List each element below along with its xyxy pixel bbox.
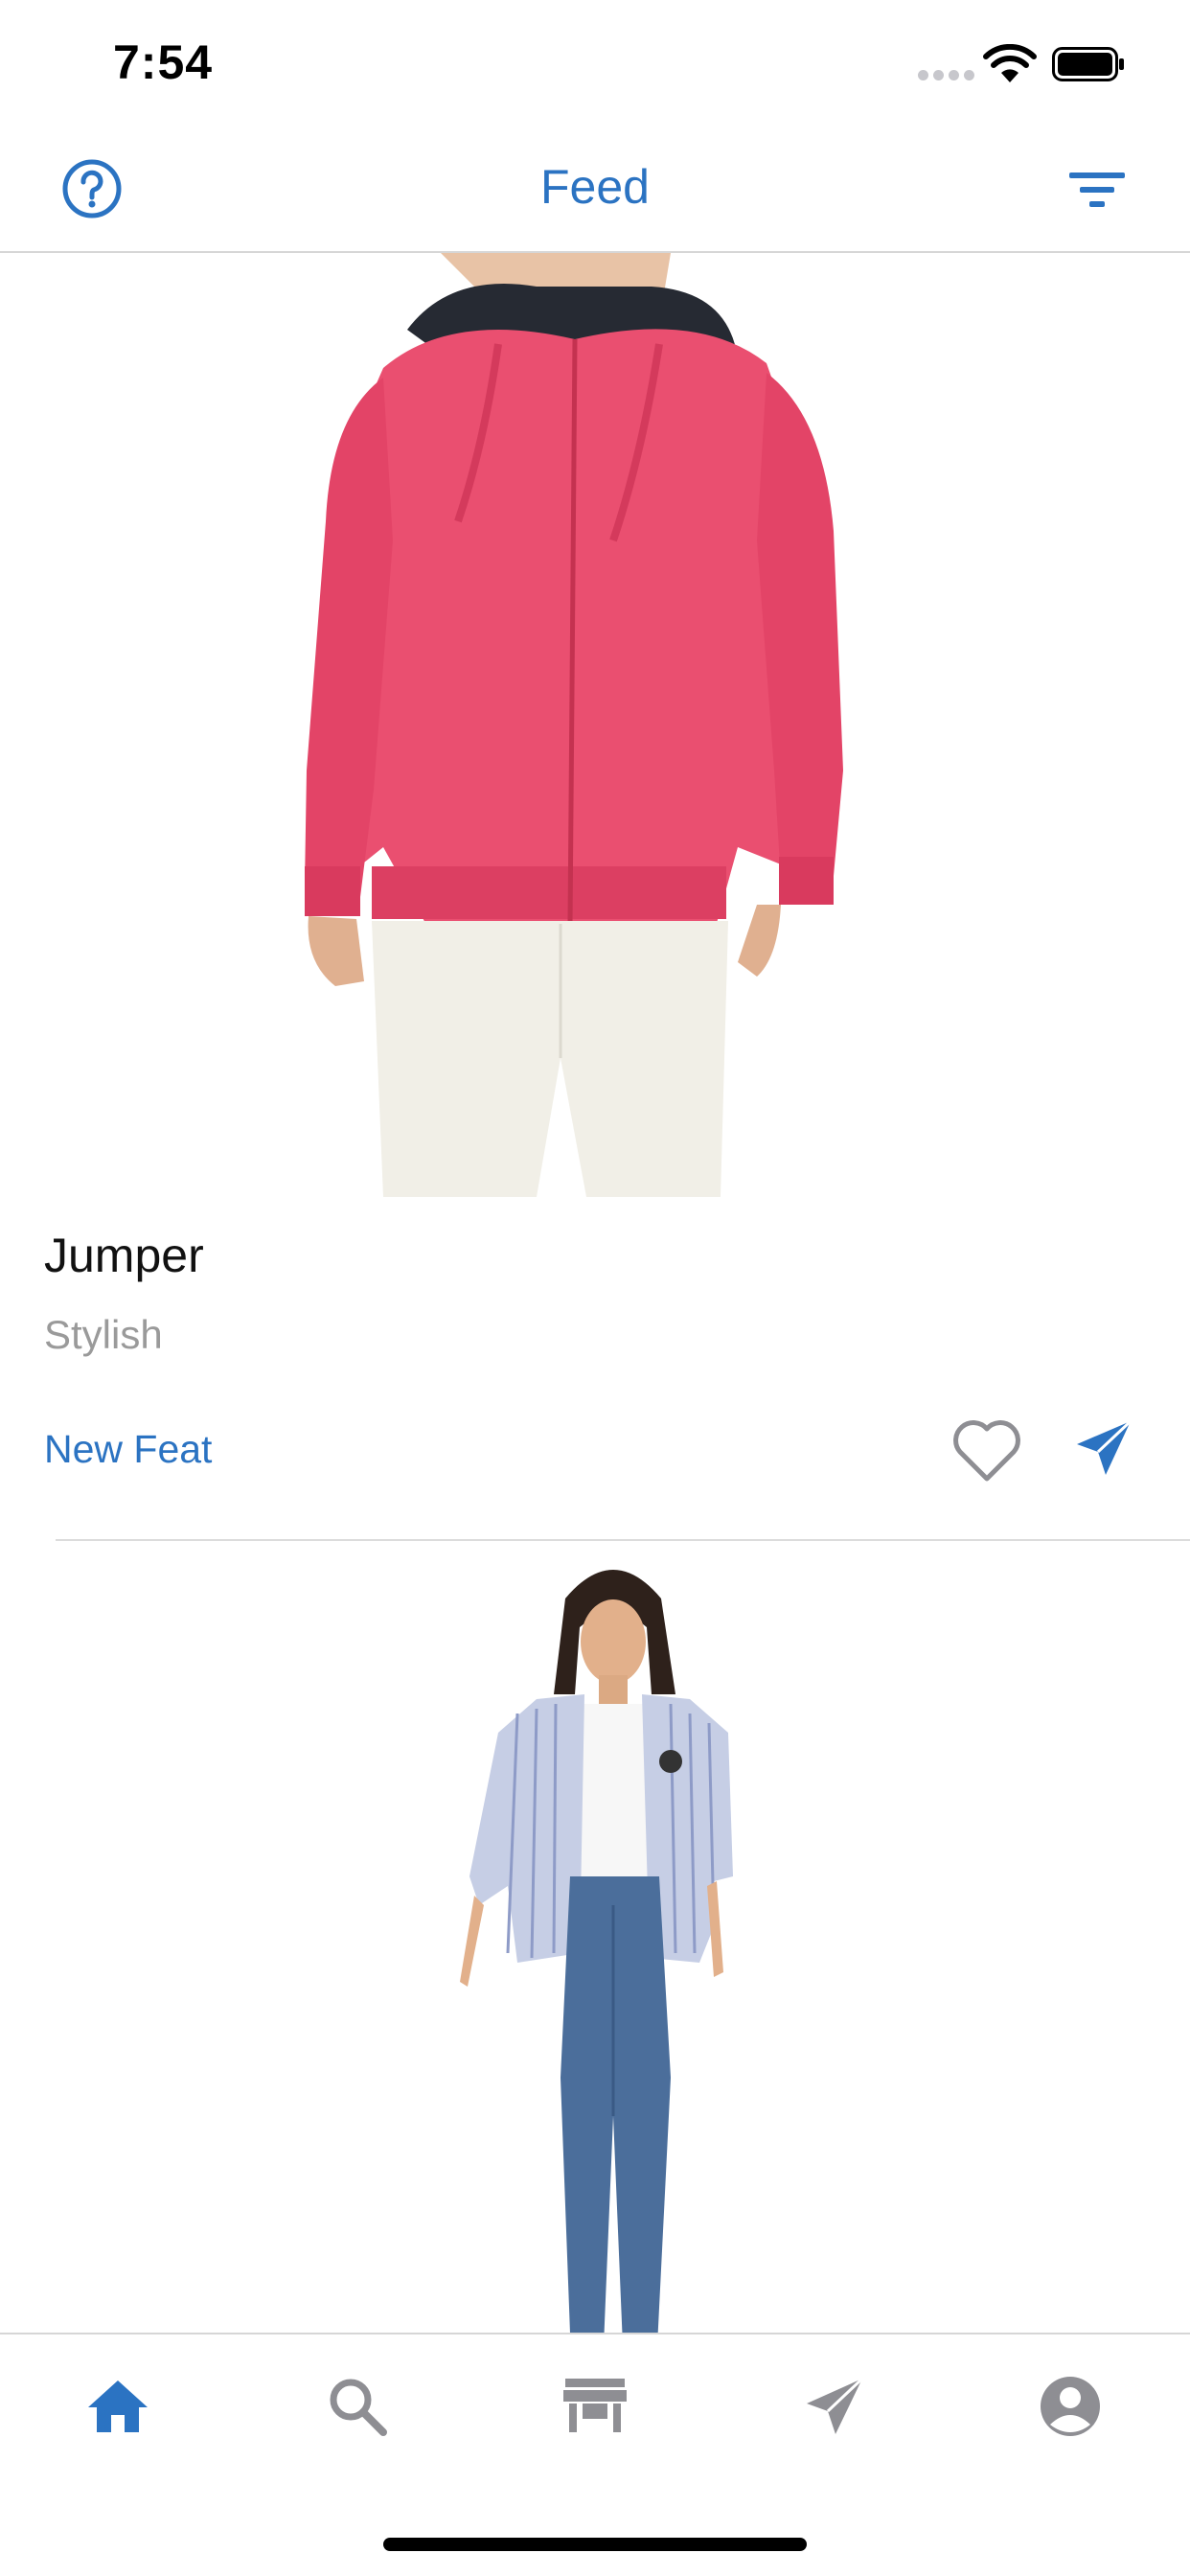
profile-icon[interactable] (1037, 2373, 1104, 2440)
feed-card[interactable]: Jumper Stylish New Feat (0, 253, 1190, 1541)
product-title: Jumper (44, 1229, 204, 1282)
heart-outline-icon[interactable] (950, 1417, 1023, 1484)
paper-plane-icon[interactable] (1073, 1417, 1134, 1479)
card-info: Jumper Stylish New Feat (0, 1197, 1190, 1541)
product-image[interactable] (0, 1541, 1190, 2333)
cellular-signal-icon (918, 70, 974, 80)
product-tag[interactable]: New Feat (44, 1427, 212, 1472)
store-icon[interactable] (561, 2373, 629, 2440)
send-icon[interactable] (801, 2373, 868, 2440)
feed-card[interactable] (0, 1541, 1190, 2333)
page-title: Feed (540, 160, 650, 214)
product-subtitle: Stylish (44, 1312, 163, 1357)
status-bar: 7:54 (0, 0, 1190, 126)
feed-list[interactable]: Jumper Stylish New Feat (0, 253, 1190, 2333)
search-icon[interactable] (324, 2373, 391, 2440)
status-time: 7:54 (113, 35, 214, 89)
battery-icon (1052, 47, 1124, 81)
product-image[interactable] (0, 253, 1190, 1197)
filter-icon[interactable] (1069, 169, 1125, 211)
navigation-bar: Feed (0, 126, 1190, 253)
wifi-icon (983, 44, 1037, 82)
home-indicator[interactable] (383, 2538, 807, 2551)
home-icon[interactable] (84, 2373, 151, 2440)
